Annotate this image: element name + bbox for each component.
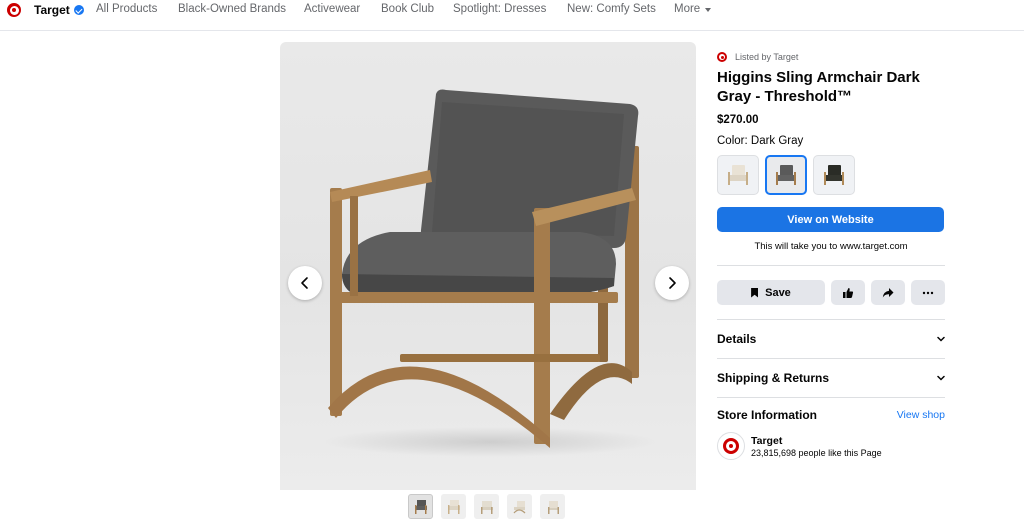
store-avatar-icon [717,432,745,460]
chevron-left-icon [301,277,308,289]
details-section-toggle[interactable]: Details [717,320,945,358]
thumbnail-chair-cream-front [480,500,493,514]
thumbnail-4[interactable] [507,494,532,519]
divider [717,265,945,266]
chair-front-runner [328,366,550,448]
swatch-chair-dark-gray [776,165,796,185]
thumbnail-chair-side [513,500,525,513]
chair-armrest-left [330,170,432,202]
thumbnail-chair-cream [447,499,460,514]
save-label: Save [765,286,791,299]
view-on-website-button[interactable]: View on Website [717,207,944,232]
color-value: Dark Gray [750,135,804,147]
nav-item-new-comfy-sets[interactable]: New: Comfy Sets [567,3,656,15]
thumbnail-3[interactable] [474,494,499,519]
chevron-down-icon [937,336,945,342]
redirect-note: This will take you to www.target.com [754,241,908,252]
chair-back-shade [432,102,624,236]
swatch-cream[interactable] [717,155,759,195]
nav-more-label: More [674,3,701,15]
product-info-panel: Listed by Target Higgins Sling Armchair … [717,52,946,460]
thumbnail-5[interactable] [540,494,565,519]
store-information-title: Store Information [717,408,818,422]
target-logo-icon [7,3,21,17]
like-button[interactable] [830,280,865,305]
brand[interactable]: Target [7,3,84,17]
listed-by: Listed by Target [717,52,945,62]
store-information-header: Store Information View shop [717,408,945,422]
share-arrow-icon [882,287,894,297]
nav-item-black-owned-brands[interactable]: Black-Owned Brands [178,3,286,15]
more-options-button[interactable] [910,280,946,305]
color-label: Color: [717,135,748,147]
swatch-black[interactable] [813,155,855,195]
thumbs-up-icon [842,287,854,298]
divider [717,397,945,398]
swatch-chair-cream [728,165,748,185]
store-name[interactable]: Target [751,435,882,447]
save-button[interactable]: Save [717,280,825,305]
chair-rear-runner [550,363,632,420]
next-image-button[interactable] [655,266,689,300]
chevron-right-icon [669,277,676,289]
bookmark-icon [751,287,759,298]
verified-badge-icon [73,5,84,15]
action-bar: Save [717,280,946,305]
caret-down-icon [705,7,712,12]
thumbnail-chair-gray [414,499,427,514]
color-swatches [717,155,945,195]
shipping-returns-toggle[interactable]: Shipping & Returns [717,359,945,397]
thumbnail-chair-back [547,500,559,514]
top-nav: Target All Products Black-Owned Brands A… [0,0,1024,22]
nav-item-book-club[interactable]: Book Club [381,3,434,15]
color-row: Color: Dark Gray [717,135,945,147]
product-price: $270.00 [717,114,759,126]
nav-item-all-products[interactable]: All Products [96,3,157,15]
target-logo-icon [717,52,727,62]
thumbnail-1[interactable] [408,494,433,519]
chair-seat-rail [340,292,618,303]
product-title: Higgins Sling Armchair Dark Gray - Thres… [717,69,920,105]
nav-divider [0,30,1024,31]
chair-stretcher [400,354,600,362]
product-image-armchair [328,89,639,448]
chair-arm-post-left [350,196,358,296]
thumbnail-2[interactable] [441,494,466,519]
swatch-chair-black [824,165,844,185]
store-likes: 23,815,698 people like this Page [751,447,882,458]
listed-by-text: Listed by Target [735,52,799,62]
nav-item-activewear[interactable]: Activewear [304,3,360,15]
brand-name[interactable]: Target [34,3,70,17]
details-label: Details [717,332,757,346]
shipping-returns-label: Shipping & Returns [717,371,829,385]
store-text: Target 23,815,698 people like this Page [751,435,882,458]
view-shop-link[interactable]: View shop [897,409,945,421]
chevron-down-icon [937,375,945,381]
share-button[interactable] [870,280,905,305]
nav-item-spotlight-dresses[interactable]: Spotlight: Dresses [453,3,546,15]
product-image-viewer [280,42,696,490]
swatch-dark-gray[interactable] [765,155,807,195]
store-card[interactable]: Target 23,815,698 people like this Page [717,432,945,460]
nav-more-button[interactable]: More [674,3,712,15]
chair-front-leg-right [534,208,550,444]
chair-front-leg-left [330,188,342,416]
previous-image-button[interactable] [288,266,322,300]
ellipsis-icon [922,291,934,294]
thumbnail-strip [408,494,565,519]
